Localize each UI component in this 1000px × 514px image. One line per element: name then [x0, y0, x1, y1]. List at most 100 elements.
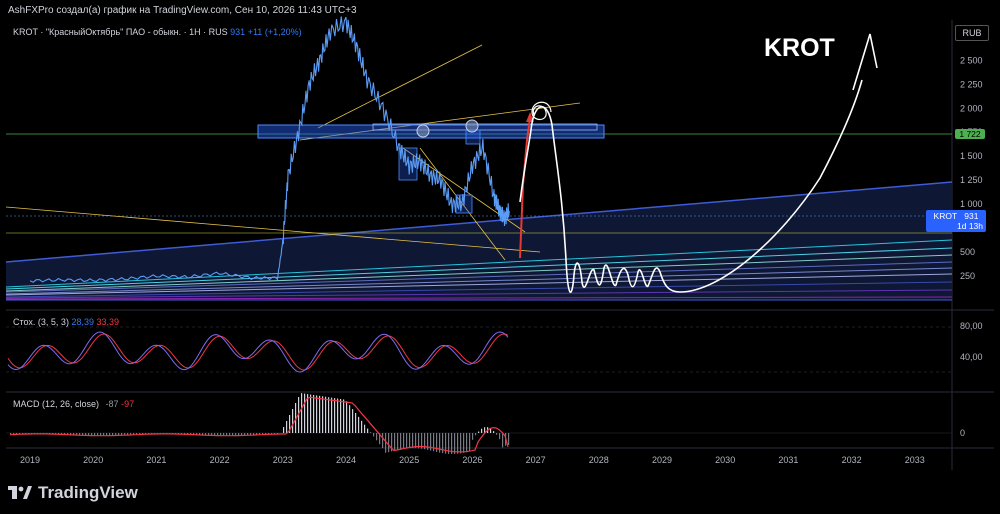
time-tick-label: 2024	[336, 455, 356, 465]
stoch-axis-80: 80,00	[960, 321, 983, 331]
time-tick-label: 2032	[842, 455, 862, 465]
symbol-legend[interactable]: KROT · "КрасныйОктябрь" ПАО - обыкн. · 1…	[13, 27, 302, 37]
macd-bar	[352, 409, 354, 433]
macd-bar	[415, 433, 417, 449]
time-tick-label: 2020	[83, 455, 103, 465]
macd-bar	[331, 397, 333, 433]
macd-bar	[322, 396, 324, 433]
macd-bar	[397, 433, 399, 450]
macd-bar	[502, 433, 504, 448]
time-tick-label: 2033	[905, 455, 925, 465]
time-tick-label: 2027	[526, 455, 546, 465]
price-chart[interactable]: 2 5002 2502 0001 7501 5001 2501 00075050…	[0, 0, 1000, 514]
macd-bar	[406, 433, 408, 449]
macd-bar	[337, 398, 339, 433]
macd-bar	[328, 397, 330, 433]
pattern-boxes	[398, 129, 481, 214]
macd-value: -87	[105, 399, 119, 409]
macd-bar	[496, 433, 498, 435]
macd-signal-value: -97	[121, 399, 135, 409]
stoch-name: Стох. (3, 5, 3)	[13, 317, 69, 327]
macd-bar	[319, 395, 321, 433]
macd-bar	[457, 433, 459, 454]
price-tick-label: 250	[960, 271, 975, 281]
tradingview-logo-text: TradingView	[38, 483, 138, 502]
time-tick-label: 2019	[20, 455, 40, 465]
last-price-label: KROT 931 1d 13h	[926, 210, 986, 232]
macd-legend[interactable]: MACD (12, 26, close) -87 -97	[13, 399, 134, 409]
level-price-label: 1 722	[955, 129, 985, 139]
macd-bar	[325, 396, 327, 433]
macd-bar	[382, 433, 384, 449]
macd-bar	[301, 393, 303, 433]
time-axis[interactable]: 2019 2020 2021 2022 2023 2024 2025 2026 2027 2028…	[20, 455, 925, 465]
tradingview-logo-icon	[8, 486, 32, 499]
price-tick-label: 1 250	[960, 175, 983, 185]
macd-bar	[394, 433, 396, 451]
macd-bar	[478, 431, 480, 433]
macd-bar	[385, 433, 387, 453]
stoch-axis-40: 40,00	[960, 352, 983, 362]
macd-bar	[463, 433, 465, 453]
last-price-ticker: KROT	[933, 211, 958, 221]
currency-button[interactable]: RUB	[955, 25, 989, 41]
time-tick-label: 2022	[210, 455, 230, 465]
stoch-d-value: 33,39	[96, 317, 120, 327]
channel-zone	[6, 182, 952, 300]
krot-annotation: KROT	[764, 34, 835, 62]
macd-bar	[412, 433, 414, 449]
macd-bar	[493, 431, 495, 433]
last-price-countdown: 1d 13h	[957, 221, 983, 231]
macd-bar	[367, 428, 369, 433]
macd-bar	[313, 394, 315, 433]
macd-bar	[481, 428, 483, 433]
last-price-value: 931	[964, 211, 979, 221]
macd-bar	[466, 433, 468, 453]
top-marker	[416, 124, 430, 138]
macd-bar	[373, 433, 375, 437]
time-tick-label: 2031	[778, 455, 798, 465]
time-tick-label: 2023	[273, 455, 293, 465]
macd-bar	[370, 432, 372, 433]
price-tick-label: 1 000	[960, 199, 983, 209]
macd-axis-0: 0	[960, 428, 965, 438]
macd-bar	[358, 416, 360, 433]
macd-bar	[400, 433, 402, 450]
macd-bar	[409, 433, 411, 449]
time-tick-label: 2029	[652, 455, 672, 465]
time-tick-label: 2026	[462, 455, 482, 465]
symbol-change: +11 (+1,20%)	[247, 27, 302, 37]
symbol-price: 931	[230, 27, 246, 37]
macd-bar	[469, 433, 471, 452]
macd-bar	[364, 424, 366, 433]
macd-bar	[292, 409, 294, 433]
macd-bar	[316, 395, 318, 433]
macd-bar	[376, 433, 378, 441]
macd-bar	[361, 420, 363, 433]
time-tick-label: 2021	[146, 455, 166, 465]
macd-name: MACD (12, 26, close)	[13, 399, 100, 409]
price-tick-label: 1 500	[960, 151, 983, 161]
time-tick-label: 2028	[589, 455, 609, 465]
macd-bar	[286, 421, 288, 433]
macd-bar	[499, 433, 501, 440]
macd-bar	[343, 399, 345, 433]
macd-bar	[283, 427, 285, 433]
macd-bar	[349, 405, 351, 433]
macd-bar	[355, 413, 357, 433]
macd-bar	[388, 433, 390, 453]
tradingview-logo[interactable]: TradingView	[8, 483, 138, 503]
macd-bar	[304, 393, 306, 433]
stoch-legend[interactable]: Стох. (3, 5, 3) 28,39 33,39	[13, 317, 119, 327]
price-tick-label: 2 500	[960, 55, 983, 65]
macd-bar	[334, 398, 336, 433]
time-tick-label: 2025	[399, 455, 419, 465]
symbol-label: KROT · "КрасныйОктябрь" ПАО - обыкн. · 1…	[13, 27, 228, 37]
macd-bar	[454, 433, 456, 454]
macd-bar	[472, 433, 474, 440]
macd-bar	[403, 433, 405, 449]
macd-bar	[460, 433, 462, 454]
macd-bar	[310, 394, 312, 433]
time-tick-label: 2030	[715, 455, 735, 465]
price-axis[interactable]: 2 5002 2502 0001 7501 5001 2501 00075050…	[960, 55, 983, 281]
